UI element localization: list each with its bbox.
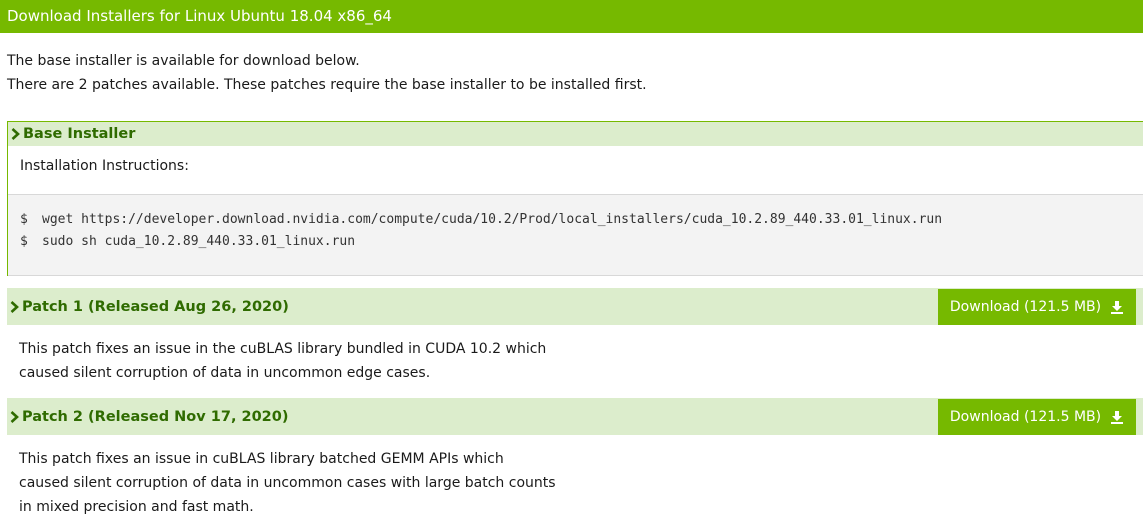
download-button-label: Download (121.5 MB) [949,409,1102,425]
download-icon [1110,300,1124,314]
chevron-right-icon [8,128,23,140]
patch-2-description-line: This patch fixes an issue in cuBLAS libr… [19,451,504,467]
patch-2-description-line: in mixed precision and fast math. [19,499,254,515]
page-title: Download Installers for Linux Ubuntu 18.… [7,7,392,25]
install-commands-code-block[interactable]: $ wget https://developer.download.nvidia.… [8,194,1143,276]
patch-1-download-button[interactable]: Download (121.5 MB) [938,289,1136,325]
patch-1-description-line: caused silent corruption of data in unco… [19,365,431,381]
intro-text: The base installer is available for down… [7,49,647,97]
shell-prompt: $ [20,234,28,249]
command-line: $ sudo sh cuda_10.2.89_440.33.01_linux.ru… [20,231,1143,253]
shell-prompt: $ [20,212,28,227]
page-header: Download Installers for Linux Ubuntu 18.… [0,0,1143,33]
patch-2-title: Patch 2 (Released Nov 17, 2020) [22,408,289,425]
base-installer-section: Base Installer Installation Instructions… [7,121,1143,276]
chevron-right-icon [7,410,22,423]
intro-line-2: There are 2 patches available. These pat… [7,77,647,93]
patch-1-title: Patch 1 (Released Aug 26, 2020) [22,298,289,315]
patch-2-description-line: caused silent corruption of data in unco… [19,475,556,491]
patch-2-title-group: Patch 2 (Released Nov 17, 2020) [7,409,288,425]
patch-1-description: This patch fixes an issue in the cuBLAS … [19,337,546,385]
patch-1-description-line: This patch fixes an issue in the cuBLAS … [19,341,547,357]
chevron-right-icon [7,300,22,313]
patch-2-header[interactable]: Patch 2 (Released Nov 17, 2020) Download… [7,398,1143,435]
patch-1-title-group: Patch 1 (Released Aug 26, 2020) [7,299,289,315]
command-line: $ wget https://developer.download.nvidia.… [20,209,1143,231]
patch-2-download-button[interactable]: Download (121.5 MB) [938,399,1136,435]
download-button-label: Download (121.5 MB) [949,299,1102,315]
command-text: sudo sh cuda_10.2.89_440.33.01_linux.run [42,234,356,249]
patch-2-description: This patch fixes an issue in cuBLAS libr… [19,447,556,519]
intro-line-1: The base installer is available for down… [7,53,360,69]
installation-instructions-label: Installation Instructions: [20,158,189,174]
download-icon [1110,410,1124,424]
base-installer-title: Base Installer [23,126,136,142]
base-installer-header[interactable]: Base Installer [8,122,1143,146]
patch-1-header[interactable]: Patch 1 (Released Aug 26, 2020) Download… [7,288,1143,325]
command-text: wget https://developer.download.nvidia.c… [42,212,943,227]
